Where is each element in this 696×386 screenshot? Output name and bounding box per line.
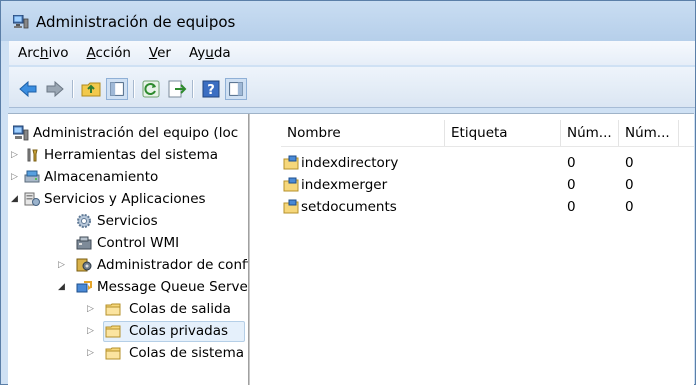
- collapse-icon[interactable]: ◢: [11, 188, 21, 210]
- folder-icon: [105, 303, 121, 316]
- window-title: Administración de equipos: [36, 13, 236, 31]
- queue-name: indexmerger: [301, 177, 388, 193]
- queue-num-2: 0: [625, 177, 634, 193]
- column-header-nombre[interactable]: Nombre: [281, 120, 445, 146]
- services-gear-icon: [77, 214, 91, 228]
- queue-name: setdocuments: [301, 199, 397, 215]
- collapse-icon[interactable]: ◢: [58, 276, 68, 298]
- list-header: Nombre Etiqueta Núm... Núm...: [281, 120, 694, 147]
- queue-num-2: 0: [625, 199, 634, 215]
- expand-icon[interactable]: ▷: [87, 298, 97, 320]
- tree-item-label: Servicios y Aplicaciones: [44, 191, 206, 207]
- tree-item-label: Herramientas del sistema: [44, 147, 219, 163]
- tree-item-label: Administración del equipo (loc: [33, 125, 239, 141]
- queue-icon: [283, 199, 299, 214]
- tree-item-colas-privadas[interactable]: ▷ Colas privadas: [11, 320, 247, 342]
- tree-item-root[interactable]: Administración del equipo (loc: [11, 122, 247, 144]
- queue-num-1: 0: [567, 199, 576, 215]
- forward-icon[interactable]: [44, 78, 66, 100]
- queue-num-2: 0: [625, 155, 634, 171]
- tree-item-servicios-aplicaciones[interactable]: ◢ Servicios y Aplicaciones: [11, 188, 247, 210]
- tree-item-label: Control WMI: [97, 235, 180, 251]
- table-row[interactable]: indexdirectory 0 0: [281, 152, 694, 174]
- tree-item-administrador-config[interactable]: ▷ Administrador de confi: [11, 254, 249, 276]
- menu-ayuda-label-b: u: [205, 45, 214, 61]
- expand-icon[interactable]: ▷: [11, 144, 21, 166]
- menu-ayuda-label-c: da: [213, 45, 231, 61]
- back-icon[interactable]: [17, 78, 39, 100]
- queue-icon: [283, 155, 299, 170]
- tree-item-label: Colas de salida: [129, 301, 231, 317]
- table-row[interactable]: indexmerger 0 0: [281, 174, 694, 196]
- pane-splitter[interactable]: [249, 114, 282, 385]
- up-folder-icon[interactable]: [80, 78, 102, 100]
- tree-item-colas-salida[interactable]: ▷ Colas de salida: [11, 298, 247, 320]
- queue-name: indexdirectory: [301, 155, 399, 171]
- services-apps-icon: [24, 192, 40, 206]
- tree-item-label: Colas de sistema: [129, 345, 245, 361]
- tree-item-message-queue-server[interactable]: ◢ Message Queue Server: [11, 276, 249, 298]
- tree-item-almacenamiento[interactable]: ▷ Almacenamiento: [11, 166, 247, 188]
- tree-item-label: Almacenamiento: [44, 169, 159, 185]
- menu-archivo-label-a: Arc: [18, 45, 40, 61]
- tree-item-label: Message Queue Server: [97, 279, 249, 295]
- computer-management-icon: [13, 15, 29, 29]
- toolbar-separator: [72, 80, 74, 98]
- title-bar[interactable]: Administración de equipos: [1, 1, 695, 41]
- expand-icon[interactable]: ▷: [87, 342, 97, 364]
- column-header-num-1[interactable]: Núm...: [561, 120, 619, 146]
- tree-item-label: Administrador de confi: [97, 257, 249, 273]
- tree-item-control-wmi[interactable]: Control WMI: [11, 232, 247, 254]
- queue-num-1: 0: [567, 177, 576, 193]
- toolbar-separator: [133, 80, 135, 98]
- column-header-etiqueta[interactable]: Etiqueta: [445, 120, 561, 146]
- menu-archivo[interactable]: Archivo: [9, 45, 77, 61]
- column-header-num-2[interactable]: Núm...: [619, 120, 679, 146]
- toolbar-separator: [192, 80, 194, 98]
- expand-icon[interactable]: ▷: [58, 254, 68, 276]
- tree-item-label: Servicios: [97, 213, 158, 229]
- menu-accion-label-c: cción: [95, 45, 131, 61]
- tree-item-herramientas[interactable]: ▷ Herramientas del sistema: [11, 144, 247, 166]
- expand-icon[interactable]: ▷: [11, 166, 21, 188]
- menu-bar: Archivo Acción Ver Ayuda: [9, 41, 695, 65]
- menu-ver-label-c: er: [157, 45, 171, 61]
- menu-ver[interactable]: Ver: [140, 45, 180, 61]
- refresh-icon[interactable]: [140, 78, 162, 100]
- menu-ver-label-b: V: [148, 45, 158, 61]
- export-list-icon[interactable]: [166, 78, 188, 100]
- queue-list-view: Nombre Etiqueta Núm... Núm... indexdirec…: [281, 114, 694, 385]
- menu-accion[interactable]: Acción: [77, 45, 139, 61]
- tree-item-servicios[interactable]: Servicios: [11, 210, 247, 232]
- queue-num-1: 0: [567, 155, 576, 171]
- computer-management-icon: [13, 125, 29, 141]
- folder-icon: [105, 347, 121, 360]
- svg-text:?: ?: [207, 83, 215, 98]
- help-icon[interactable]: ?: [200, 78, 222, 100]
- storage-icon: [24, 170, 40, 183]
- config-manager-icon: [76, 258, 92, 272]
- menu-ayuda-label-a: Ay: [188, 45, 206, 61]
- menu-ayuda[interactable]: Ayuda: [180, 45, 240, 61]
- table-row[interactable]: setdocuments 0 0: [281, 196, 694, 218]
- show-hide-tree-icon[interactable]: [106, 78, 128, 100]
- wmi-icon: [76, 236, 92, 250]
- tree-item-colas-sistema[interactable]: ▷ Colas de sistema: [11, 342, 247, 364]
- menu-archivo-label-c: ivo: [48, 45, 69, 61]
- navigation-tree: Administración del equipo (loc ▷ Herrami…: [8, 114, 249, 385]
- tree-item-label: Colas privadas: [129, 323, 229, 339]
- folder-icon: [105, 325, 121, 338]
- message-queue-icon: [76, 281, 92, 293]
- show-hide-action-pane-icon[interactable]: [225, 78, 247, 100]
- tools-icon: [27, 148, 38, 162]
- expand-icon[interactable]: ▷: [87, 320, 97, 342]
- queue-icon: [283, 177, 299, 192]
